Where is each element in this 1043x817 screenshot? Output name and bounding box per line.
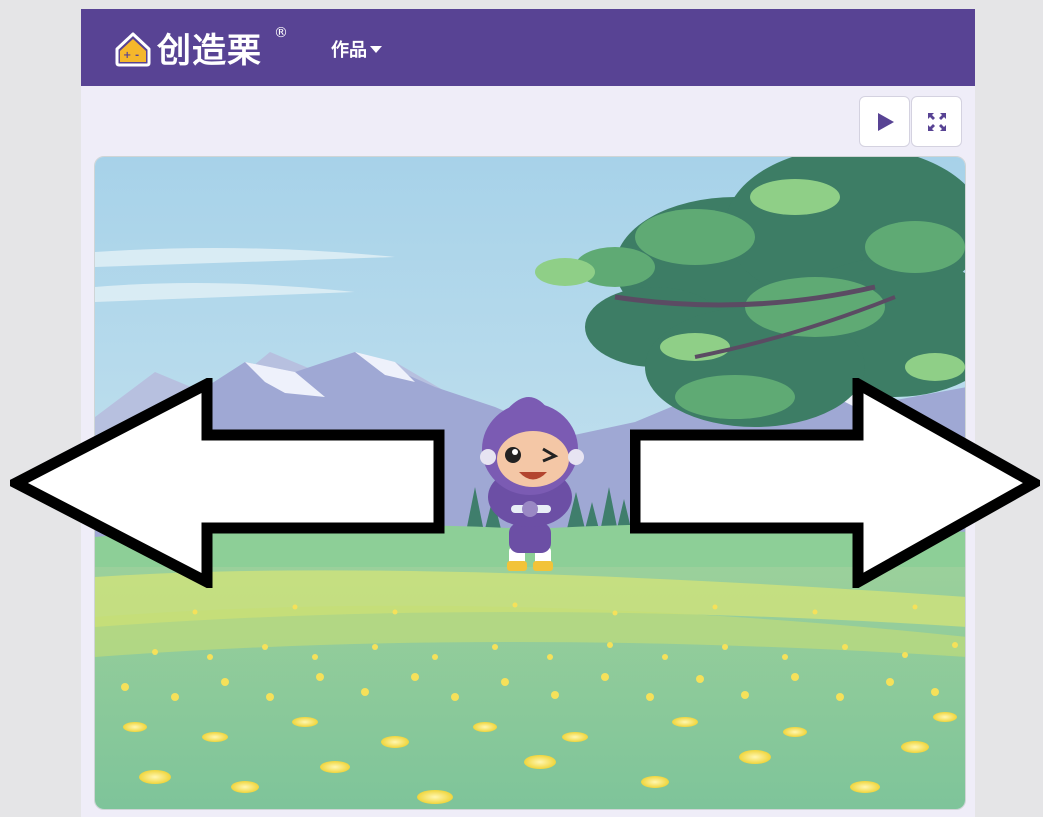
svg-text:+: + [123,50,131,61]
svg-text:-: - [135,50,139,61]
registered-mark: ® [274,25,288,41]
left-arrow-icon[interactable] [10,378,445,588]
play-icon [877,112,894,131]
play-button[interactable] [859,96,910,147]
works-menu-label: 作品 [331,40,367,61]
right-arrow-icon[interactable] [630,378,1040,588]
works-menu[interactable]: 作品 [331,36,382,62]
fullscreen-icon [927,112,946,131]
brand-logo-icon: + - [115,32,151,67]
caret-down-icon [370,45,382,53]
brand-name: 创造栗 [157,31,262,71]
top-bar: + - 创造栗 ® 作品 [81,9,975,86]
fullscreen-button[interactable] [911,96,962,147]
